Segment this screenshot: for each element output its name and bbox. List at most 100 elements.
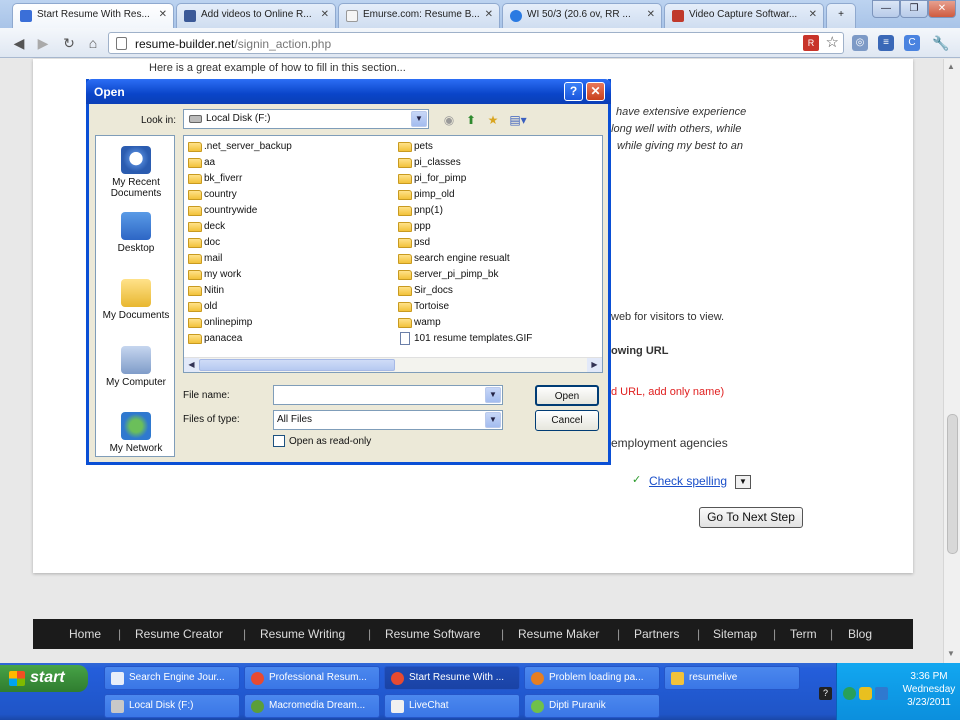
next-step-button[interactable]: Go To Next Step (699, 507, 803, 528)
bookmark-star-icon[interactable]: ☆ (826, 33, 839, 51)
dialog-titlebar[interactable]: Open ? ✕ (86, 79, 611, 104)
place-recent-documents[interactable]: My Recent Documents (96, 146, 176, 199)
up-folder-icon[interactable]: ⬆ (463, 112, 479, 128)
extension-icon[interactable]: ◎ (852, 35, 868, 51)
forward-arrow-icon[interactable]: ▶ (34, 34, 52, 52)
footer-link-blog[interactable]: Blog (848, 619, 872, 649)
read-only-checkbox[interactable] (273, 435, 285, 447)
close-tab-icon[interactable]: ✕ (159, 9, 167, 20)
look-in-dropdown[interactable]: Local Disk (F:) ▼ (183, 109, 429, 129)
footer-link-resume-creator[interactable]: Resume Creator (135, 619, 223, 649)
close-tab-icon[interactable]: ✕ (809, 9, 817, 20)
close-tab-icon[interactable]: ✕ (321, 9, 329, 20)
file-list-item[interactable]: aa (186, 155, 215, 171)
file-list-item[interactable]: bk_fiverr (186, 171, 242, 187)
task-local-disk[interactable]: Local Disk (F:) (104, 694, 240, 718)
task-resumelive[interactable]: resumelive (664, 666, 800, 690)
tab-emurse[interactable]: Emurse.com: Resume B... ✕ (338, 3, 500, 28)
place-my-documents[interactable]: My Documents (96, 279, 176, 321)
file-list-item[interactable]: Sir_docs (396, 283, 453, 299)
tab-add-videos[interactable]: Add videos to Online R... ✕ (176, 3, 336, 28)
file-list-item[interactable]: mail (186, 251, 222, 267)
file-list-item[interactable]: ppp (396, 219, 431, 235)
tab-start-resume[interactable]: Start Resume With Res... ✕ (12, 3, 174, 28)
file-list-item[interactable]: pi_classes (396, 155, 461, 171)
back-icon[interactable]: ◉ (441, 112, 457, 128)
spell-options-dropdown[interactable]: ▼ (735, 475, 751, 489)
wrench-icon[interactable]: 🔧 (932, 35, 949, 51)
help-button[interactable]: ? (564, 82, 583, 101)
place-my-network[interactable]: My Network (96, 412, 176, 454)
start-button[interactable]: start (0, 665, 88, 692)
file-list-horizontal-scrollbar[interactable]: ◀ ▶ (184, 357, 602, 372)
home-icon[interactable]: ⌂ (84, 34, 102, 52)
open-button[interactable]: Open (535, 385, 599, 406)
file-list-item[interactable]: doc (186, 235, 220, 251)
scroll-down-arrow-icon[interactable]: ▼ (947, 649, 955, 658)
chevron-down-icon[interactable]: ▼ (485, 387, 501, 403)
file-list-item[interactable]: .net_server_backup (186, 139, 292, 155)
footer-link-sitemap[interactable]: Sitemap (713, 619, 757, 649)
chevron-down-icon[interactable]: ▼ (485, 412, 501, 428)
extension-list-icon[interactable]: ≡ (878, 35, 894, 51)
footer-link-term[interactable]: Term (790, 619, 817, 649)
task-problem-loading[interactable]: Problem loading pa... (524, 666, 660, 690)
file-list-item[interactable]: Nitin (186, 283, 224, 299)
place-my-computer[interactable]: My Computer (96, 346, 176, 388)
file-list-item[interactable]: panacea (186, 331, 242, 347)
file-list-item[interactable]: Tortoise (396, 299, 449, 315)
file-list-item[interactable]: psd (396, 235, 430, 251)
footer-link-resume-writing[interactable]: Resume Writing (260, 619, 345, 649)
file-list-item[interactable]: pi_for_pimp (396, 171, 466, 187)
footer-link-resume-software[interactable]: Resume Software (385, 619, 480, 649)
volume-tray-icon[interactable] (875, 687, 888, 700)
task-livechat[interactable]: LiveChat (384, 694, 520, 718)
file-list-item[interactable]: my work (186, 267, 241, 283)
file-list-item[interactable]: pets (396, 139, 433, 155)
file-list-item[interactable]: onlinepimp (186, 315, 252, 331)
page-scrollbar[interactable]: ▲ ▼ (943, 59, 960, 663)
minimize-button[interactable]: — (872, 0, 900, 18)
footer-link-partners[interactable]: Partners (634, 619, 679, 649)
task-search-engine[interactable]: Search Engine Jour... (104, 666, 240, 690)
file-list-item[interactable]: old (186, 299, 217, 315)
file-list-scroll-thumb[interactable] (199, 359, 395, 371)
file-list-item[interactable]: wamp (396, 315, 441, 331)
help-tray-icon[interactable]: ? (819, 687, 832, 700)
footer-link-home[interactable]: Home (69, 619, 101, 649)
view-menu-icon[interactable]: ▤▾ (507, 112, 529, 128)
page-scroll-thumb[interactable] (947, 414, 958, 554)
scroll-left-arrow-icon[interactable]: ◀ (184, 358, 199, 372)
scroll-right-arrow-icon[interactable]: ▶ (587, 358, 602, 372)
file-list-item[interactable]: countrywide (186, 203, 257, 219)
dialog-close-button[interactable]: ✕ (586, 82, 605, 101)
file-list-item[interactable]: pnp(1) (396, 203, 443, 219)
file-list-item[interactable]: server_pi_pimp_bk (396, 267, 499, 283)
file-name-field[interactable]: ▼ (273, 385, 503, 405)
task-dipti-puranik[interactable]: Dipti Puranik (524, 694, 660, 718)
tab-video-capture[interactable]: Video Capture Softwar... ✕ (664, 3, 824, 28)
task-professional-resume[interactable]: Professional Resum... (244, 666, 380, 690)
file-list-item[interactable]: pimp_old (396, 187, 455, 203)
close-tab-icon[interactable]: ✕ (647, 9, 655, 20)
reload-icon[interactable]: ↻ (60, 34, 78, 52)
file-list-item[interactable]: search engine resualt (396, 251, 510, 267)
chevron-down-icon[interactable]: ▼ (411, 111, 427, 127)
extension-c-icon[interactable]: C (904, 35, 920, 51)
check-spelling-link[interactable]: Check spelling (649, 474, 727, 488)
file-list[interactable]: .net_server_backup aa bk_fiverr country coun… (183, 135, 603, 373)
close-window-button[interactable]: ✕ (928, 0, 956, 18)
close-tab-icon[interactable]: ✕ (485, 9, 493, 20)
task-start-resume[interactable]: Start Resume With ... (384, 666, 520, 690)
footer-link-resume-maker[interactable]: Resume Maker (518, 619, 599, 649)
file-list-item[interactable]: deck (186, 219, 225, 235)
file-list-item[interactable]: country (186, 187, 237, 203)
network-tray-icon[interactable] (843, 687, 856, 700)
scroll-up-arrow-icon[interactable]: ▲ (947, 62, 955, 71)
task-dreamweaver[interactable]: Macromedia Dream... (244, 694, 380, 718)
tab-wi-score[interactable]: WI 50/3 (20.6 ov, RR ... ✕ (502, 3, 662, 28)
address-bar[interactable]: resume-builder.net/signin_action.php R ☆ (108, 32, 844, 54)
security-tray-icon[interactable] (859, 687, 872, 700)
new-folder-icon[interactable]: ★ (485, 112, 501, 128)
maximize-button[interactable]: ❐ (900, 0, 928, 18)
